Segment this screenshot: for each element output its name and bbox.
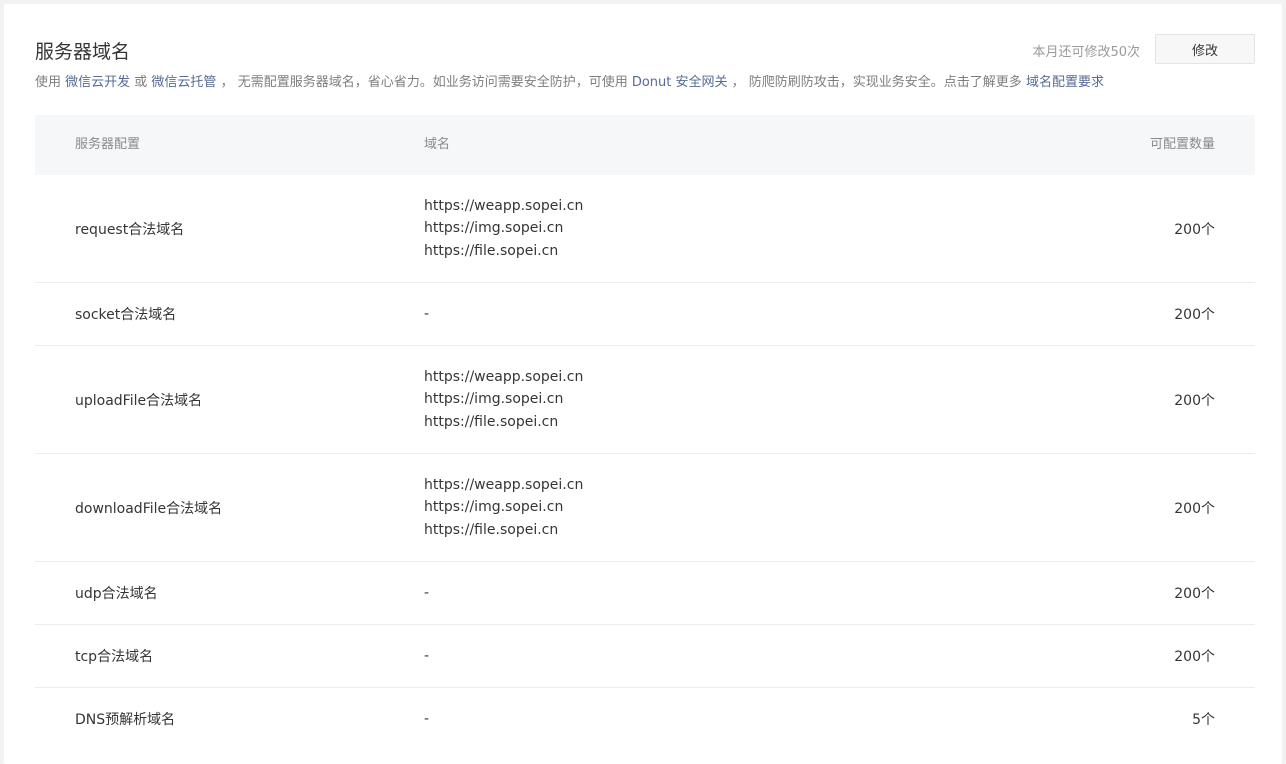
row-config: socket合法域名 [75,307,177,323]
donut-gateway-link[interactable]: Donut 安全网关 [632,75,728,90]
domain-entry: - [424,584,430,601]
row-config: udp合法域名 [75,586,158,602]
row-count: 200个 [1174,392,1215,409]
domain-entry: https://weapp.sopei.cn [424,197,584,214]
row-domains: https://weapp.sopei.cn https://img.sopei… [424,175,583,282]
table-header: 服务器配置 域名 可配置数量 [35,115,1255,175]
domain-entry: https://weapp.sopei.cn [424,368,584,385]
domain-requirements-link[interactable]: 域名配置要求 [1026,75,1104,90]
table-row: tcp合法域名 - 200个 [35,625,1255,688]
row-domains: - [424,688,429,750]
domain-entry: - [424,710,430,727]
table-row: DNS预解析域名 - 5个 [35,688,1255,750]
domain-table: 服务器配置 域名 可配置数量 request合法域名 https://weapp… [35,115,1255,750]
weixin-cloud-host-link[interactable]: 微信云托管 [151,75,216,90]
row-domains: https://weapp.sopei.cn https://img.sopei… [424,346,583,453]
row-domains: - [424,283,429,345]
row-config: downloadFile合法域名 [75,500,223,517]
table-row: udp合法域名 - 200个 [35,562,1255,625]
weixin-cloud-dev-link[interactable]: 微信云开发 [65,75,130,90]
domain-entry: https://img.sopei.cn [424,220,564,237]
domain-entry: https://file.sopei.cn [424,521,559,538]
desc-or: 或 [130,75,152,90]
table-row: request合法域名 https://weapp.sopei.cn https… [35,175,1255,283]
row-count: 200个 [1174,307,1215,323]
desc-prefix: 使用 [35,75,66,90]
row-count: 200个 [1174,221,1215,238]
modify-button[interactable]: 修改 [1155,34,1255,64]
row-domains: - [424,625,429,687]
table-row: downloadFile合法域名 https://weapp.sopei.cn … [35,454,1255,562]
table-row: uploadFile合法域名 https://weapp.sopei.cn ht… [35,346,1255,454]
domain-entry: https://img.sopei.cn [424,499,564,516]
row-domains: - [424,562,429,624]
description: 使用 微信云开发 或 微信云托管 ， 无需配置服务器域名，省心省力。如业务访问需… [35,71,1104,90]
row-domains: https://weapp.sopei.cn https://img.sopei… [424,454,583,561]
modify-quota-text: 本月还可修改50次 [1032,45,1140,60]
domain-entry: https://weapp.sopei.cn [424,476,584,493]
row-count: 200个 [1174,649,1215,665]
domain-entry: - [424,305,430,322]
domain-entry: https://file.sopei.cn [424,413,559,430]
desc-middle2: ， 防爬防刷防攻击，实现业务安全。点击了解更多 [727,75,1026,90]
row-count: 200个 [1174,586,1215,602]
row-count: 200个 [1174,500,1215,517]
row-count: 5个 [1192,712,1215,728]
domain-entry: - [424,647,430,664]
server-domain-card: 服务器域名 本月还可修改50次 修改 使用 微信云开发 或 微信云托管 ， 无需… [4,4,1282,764]
row-config: uploadFile合法域名 [75,392,203,409]
row-config: tcp合法域名 [75,649,154,665]
domain-entry: https://img.sopei.cn [424,391,564,408]
domain-entry: https://file.sopei.cn [424,242,559,259]
table-row: socket合法域名 - 200个 [35,283,1255,346]
page-title: 服务器域名 [35,41,131,63]
column-header-domain: 域名 [424,137,451,152]
column-header-config: 服务器配置 [75,137,141,152]
row-config: request合法域名 [75,221,185,238]
column-header-count: 可配置数量 [1149,137,1215,152]
row-config: DNS预解析域名 [75,712,176,728]
desc-middle: ， 无需配置服务器域名，省心省力。如业务访问需要安全防护，可使用 [216,75,632,90]
